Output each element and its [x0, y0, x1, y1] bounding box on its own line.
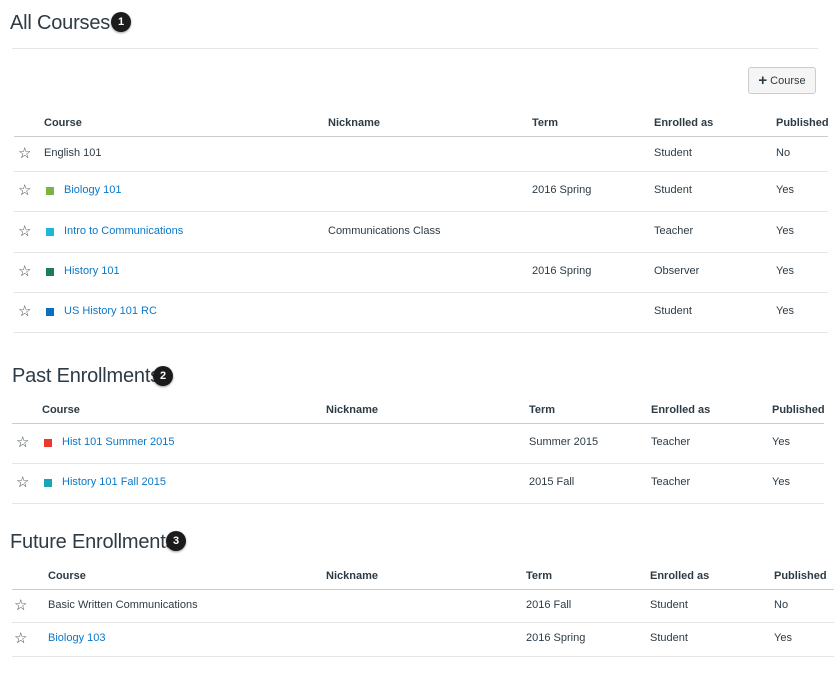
favorite-star-icon[interactable]: ☆ — [14, 598, 27, 613]
published-cell: Yes — [772, 476, 790, 488]
section-title: Past Enrollments — [12, 365, 160, 387]
nickname-cell: Communications Class — [328, 225, 441, 237]
course-link[interactable]: History 101 — [64, 265, 120, 277]
column-header-enrolled-as[interactable]: Enrolled as — [654, 117, 713, 129]
published-cell: Yes — [776, 305, 794, 317]
favorite-star-icon[interactable]: ☆ — [18, 304, 31, 319]
column-header-term[interactable]: Term — [532, 117, 558, 129]
published-cell: Yes — [776, 225, 794, 237]
table-header: Course Nickname Term Enrolled as Published — [14, 110, 829, 137]
callout-badge: 1 — [111, 12, 131, 32]
favorite-star-icon[interactable]: ☆ — [16, 435, 29, 450]
favorite-star-icon[interactable]: ☆ — [18, 146, 31, 161]
course-link[interactable]: US History 101 RC — [64, 305, 157, 317]
column-header-term[interactable]: Term — [526, 570, 552, 582]
column-header-nickname[interactable]: Nickname — [326, 570, 378, 582]
term-cell: 2016 Spring — [532, 265, 592, 277]
column-header-nickname[interactable]: Nickname — [326, 404, 378, 416]
published-cell: No — [774, 599, 789, 611]
column-header-enrolled-as[interactable]: Enrolled as — [651, 404, 710, 416]
add-course-label: Course — [770, 74, 806, 87]
table-row: ☆ History 101 Fall 2015 2015 Fall Teacher Ye… — [12, 463, 824, 504]
table-row: ☆ Hist 101 Summer 2015 Summer 2015 Teacher Y… — [12, 423, 824, 464]
published-cell: Yes — [776, 265, 794, 277]
add-course-button[interactable]: + Course — [748, 67, 816, 94]
published-cell: No — [776, 147, 791, 159]
course-link[interactable]: Hist 101 Summer 2015 — [62, 436, 175, 448]
column-header-course[interactable]: Course — [48, 570, 86, 582]
course-color-swatch — [44, 479, 52, 487]
table-row: ☆ History 101 2016 Spring Observer Yes — [14, 252, 828, 293]
course-name: English 101 — [44, 147, 102, 159]
favorite-star-icon[interactable]: ☆ — [14, 631, 27, 646]
enrolled-as-cell: Student — [654, 147, 692, 159]
favorite-star-icon[interactable]: ☆ — [18, 264, 31, 279]
table-row: ☆ Intro to Communications Communications C… — [14, 211, 828, 253]
term-cell: 2016 Spring — [526, 632, 586, 644]
divider — [12, 48, 818, 49]
column-header-nickname[interactable]: Nickname — [328, 117, 380, 129]
enrolled-as-cell: Student — [654, 305, 692, 317]
course-color-swatch — [46, 228, 54, 236]
callout-badge: 3 — [166, 531, 186, 551]
page-title: All Courses — [10, 12, 111, 34]
course-color-swatch — [46, 308, 54, 316]
enrolled-as-cell: Teacher — [651, 476, 691, 488]
table-header: Course Nickname Term Enrolled as Published — [12, 563, 834, 590]
course-name: Basic Written Communications — [48, 599, 198, 611]
column-header-course[interactable]: Course — [44, 117, 82, 129]
course-link[interactable]: Biology 101 — [64, 184, 122, 196]
course-link[interactable]: Intro to Communications — [64, 225, 183, 237]
enrolled-as-cell: Teacher — [651, 436, 691, 448]
published-cell: Yes — [774, 632, 792, 644]
table-row: ☆ Basic Written Communications 2016 Fall St… — [12, 589, 834, 623]
enrolled-as-cell: Observer — [654, 265, 700, 277]
term-cell: 2015 Fall — [529, 476, 575, 488]
column-header-published[interactable]: Published — [772, 404, 825, 416]
term-cell: 2016 Spring — [532, 184, 592, 196]
published-cell: Yes — [776, 184, 794, 196]
enrolled-as-cell: Student — [654, 184, 692, 196]
column-header-enrolled-as[interactable]: Enrolled as — [650, 570, 709, 582]
course-color-swatch — [46, 268, 54, 276]
callout-badge: 2 — [153, 366, 173, 386]
table-row: ☆ English 101 Student No — [14, 136, 828, 172]
course-link[interactable]: History 101 Fall 2015 — [62, 476, 166, 488]
course-color-swatch — [46, 187, 54, 195]
column-header-published[interactable]: Published — [776, 117, 829, 129]
course-link[interactable]: Biology 103 — [48, 632, 106, 644]
course-table: Course Nickname Term Enrolled as Published ☆ B… — [12, 563, 834, 657]
favorite-star-icon[interactable]: ☆ — [16, 475, 29, 490]
favorite-star-icon[interactable]: ☆ — [18, 224, 31, 239]
favorite-star-icon[interactable]: ☆ — [18, 183, 31, 198]
column-header-course[interactable]: Course — [42, 404, 80, 416]
published-cell: Yes — [772, 436, 790, 448]
enrolled-as-cell: Student — [650, 632, 688, 644]
table-header: Course Nickname Term Enrolled as Published — [12, 397, 825, 424]
column-header-term[interactable]: Term — [529, 404, 555, 416]
course-color-swatch — [44, 439, 52, 447]
column-header-published[interactable]: Published — [774, 570, 827, 582]
section-title: Future Enrollments — [10, 531, 176, 553]
table-row: ☆ Biology 103 2016 Spring Student Yes — [12, 622, 834, 657]
enrolled-as-cell: Student — [650, 599, 688, 611]
table-row: ☆ US History 101 RC Student Yes — [14, 292, 828, 333]
course-table: Course Nickname Term Enrolled as Published ☆ E… — [14, 110, 829, 333]
course-table: Course Nickname Term Enrolled as Published ☆ H… — [12, 397, 825, 504]
term-cell: 2016 Fall — [526, 599, 572, 611]
term-cell: Summer 2015 — [529, 436, 599, 448]
enrolled-as-cell: Teacher — [654, 225, 694, 237]
table-row: ☆ Biology 101 2016 Spring Student Yes — [14, 171, 828, 212]
plus-icon: + — [758, 72, 768, 89]
